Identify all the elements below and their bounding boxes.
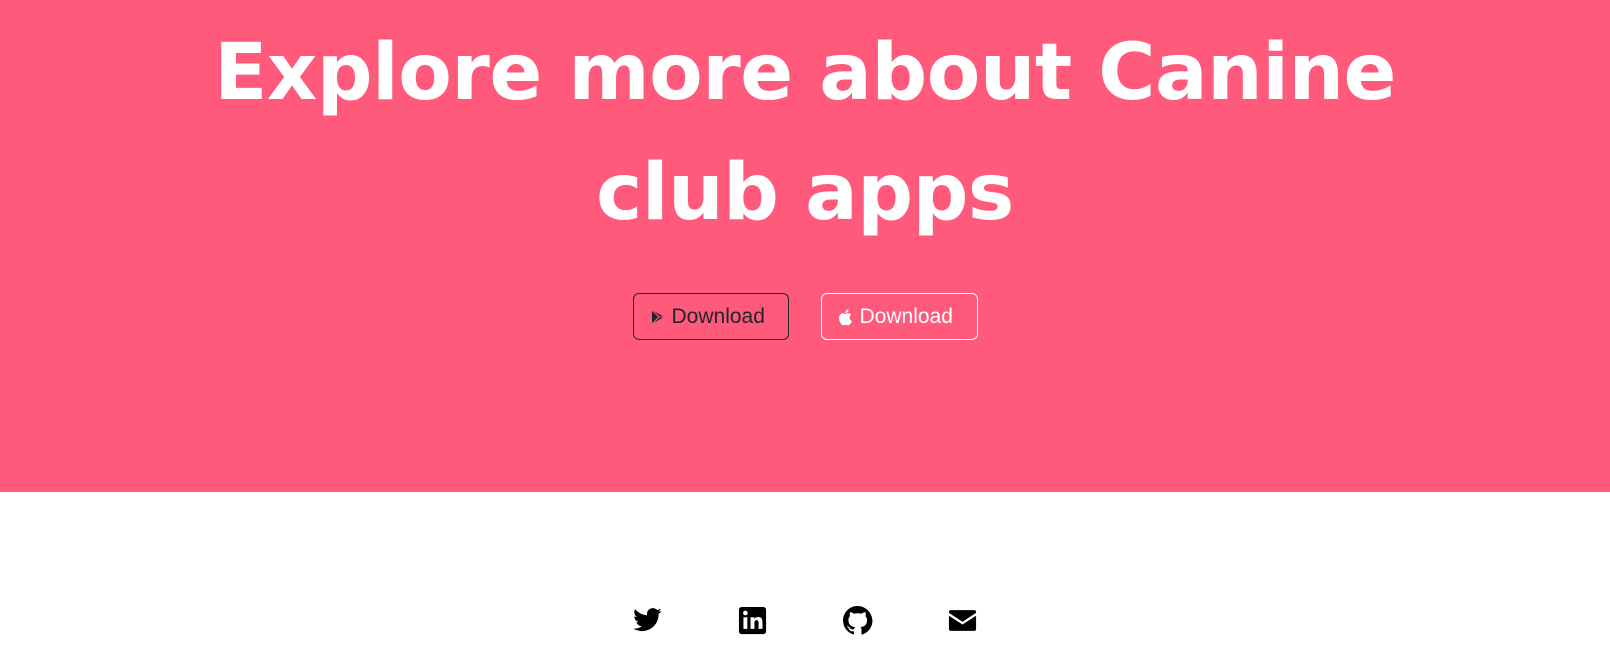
- github-icon: [842, 605, 873, 640]
- app-store-download-label: Download: [859, 304, 953, 328]
- google-play-download-label: Download: [671, 304, 765, 328]
- google-play-download-button[interactable]: Download: [632, 293, 789, 340]
- twitter-icon: [632, 605, 663, 640]
- download-buttons: Download Download: [0, 293, 1610, 340]
- email-icon: [947, 605, 978, 640]
- headline-line-1: Explore more about Canine: [214, 28, 1396, 118]
- cta-section: Explore more about Canine club apps Down…: [0, 0, 1610, 492]
- app-store-download-button[interactable]: Download: [820, 293, 978, 340]
- google-play-icon: [649, 308, 667, 326]
- cta-headline: Explore more about Canine club apps: [0, 13, 1610, 253]
- linkedin-link[interactable]: [736, 606, 769, 639]
- social-links: [0, 606, 1610, 639]
- footer: [0, 492, 1610, 670]
- email-link[interactable]: [946, 606, 979, 639]
- twitter-link[interactable]: [631, 606, 664, 639]
- github-link[interactable]: [841, 606, 874, 639]
- apple-icon: [837, 308, 855, 326]
- linkedin-icon: [737, 605, 768, 640]
- headline-line-2: club apps: [596, 148, 1014, 238]
